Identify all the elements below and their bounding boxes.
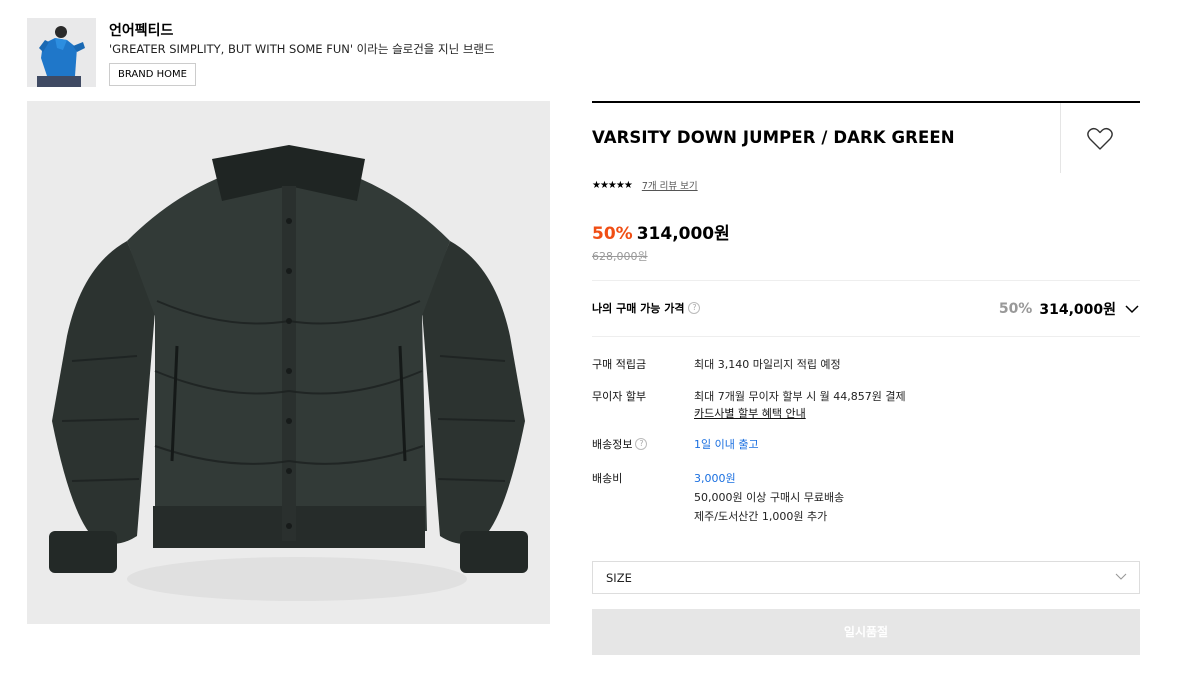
free-shipping-note: 50,000원 이상 구매시 무료배송 xyxy=(694,491,845,504)
installment-value: 최대 7개월 무이자 할부 시 월 44,857원 결제 xyxy=(694,390,906,403)
delivery-value: 1일 이내 출고 xyxy=(694,438,759,451)
soldout-button[interactable]: 일시품절 xyxy=(592,609,1140,655)
brand-thumbnail[interactable] xyxy=(27,18,96,87)
my-price-toggle[interactable]: 50% 314,000원 xyxy=(999,299,1139,319)
jacket-image xyxy=(27,101,550,624)
my-price-value: 314,000원 xyxy=(1039,302,1116,318)
chevron-down-icon xyxy=(1115,573,1127,580)
wishlist-divider xyxy=(1060,103,1061,173)
brand-slogan: 'GREATER SIMPLITY, BUT WITH SOME FUN' 이라… xyxy=(109,42,495,56)
size-select[interactable]: SIZE xyxy=(592,561,1140,594)
installment-label: 무이자 할부 xyxy=(592,390,647,403)
help-icon[interactable]: ? xyxy=(688,302,701,314)
review-link[interactable]: 7개 리뷰 보기 xyxy=(642,178,698,192)
discount-rate: 50% xyxy=(592,224,633,244)
divider xyxy=(592,280,1140,281)
original-price: 628,000원 xyxy=(592,250,648,263)
shipping-fee-value: 3,000원 xyxy=(694,472,736,485)
installment-benefit-link[interactable]: 카드사별 할부 혜택 안내 xyxy=(694,405,806,421)
delivery-label: 배송정보 ? xyxy=(592,436,648,452)
size-select-label: SIZE xyxy=(606,571,632,585)
my-price-label: 나의 구매 가능 가격 ? xyxy=(592,300,701,316)
rating-row: ★★★★★ 7개 리뷰 보기 xyxy=(592,178,698,193)
price-row: 50% 314,000원 xyxy=(592,219,730,244)
sale-price: 314,000원 xyxy=(636,224,730,244)
shipping-fee-label: 배송비 xyxy=(592,472,623,485)
delivery-label-text: 배송정보 xyxy=(592,438,633,451)
top-divider xyxy=(592,101,1140,103)
product-image[interactable] xyxy=(27,101,550,624)
star-rating-icon: ★★★★★ xyxy=(592,179,633,191)
points-value: 최대 3,140 마일리지 적립 예정 xyxy=(694,358,841,371)
heart-icon xyxy=(1087,127,1113,150)
my-price-label-text: 나의 구매 가능 가격 xyxy=(592,302,685,315)
chevron-down-icon xyxy=(1125,304,1139,313)
brand-name[interactable]: 언어펙티드 xyxy=(109,20,173,40)
brand-home-button[interactable]: BRAND HOME xyxy=(109,63,196,86)
my-price-discount: 50% xyxy=(998,301,1033,317)
wishlist-button[interactable] xyxy=(1086,126,1114,152)
brand-model-image xyxy=(27,18,96,87)
product-title: VARSITY DOWN JUMPER / DARK GREEN xyxy=(592,128,955,147)
help-icon[interactable]: ? xyxy=(635,438,648,450)
extra-shipping-note: 제주/도서산간 1,000원 추가 xyxy=(694,510,828,523)
divider xyxy=(592,336,1140,337)
points-label: 구매 적립금 xyxy=(592,358,647,371)
